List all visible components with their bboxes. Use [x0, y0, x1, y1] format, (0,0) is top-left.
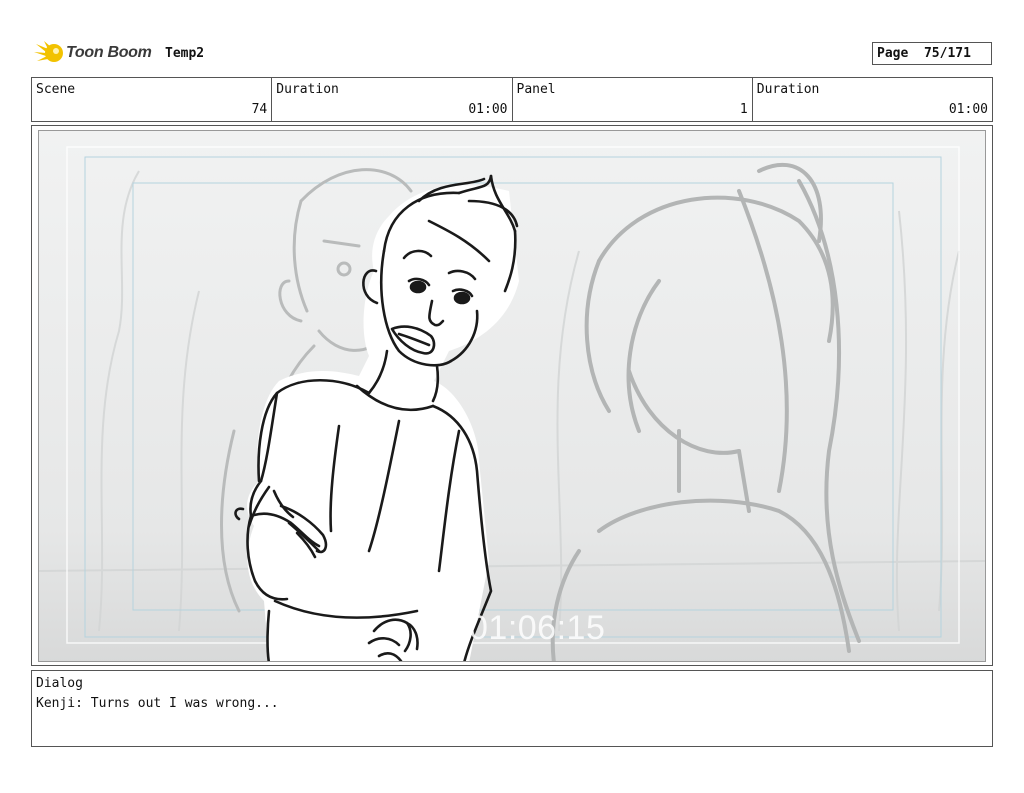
page-number: 75/171 — [923, 46, 971, 61]
panel-duration-value: 01:00 — [948, 102, 988, 117]
dialog-box: Dialog Kenji: Turns out I was wrong... — [31, 670, 993, 747]
project-title: Temp2 — [165, 46, 205, 61]
scene-duration-cell: Duration 01:00 — [272, 78, 513, 121]
dialog-label: Dialog — [36, 676, 83, 691]
panel-timecode: 01:06:15 — [469, 609, 606, 647]
panel-duration-label: Duration — [756, 82, 820, 97]
scene-info-row: Scene 74 Duration 01:00 Panel 1 Duration… — [31, 77, 993, 122]
scene-cell: Scene 74 — [32, 78, 273, 121]
brand-name: Toon Boom — [66, 44, 152, 61]
scene-duration-label: Duration — [276, 82, 339, 97]
panel-label: Panel — [516, 82, 556, 97]
panel-duration-cell: Duration 01:00 — [753, 78, 992, 121]
storyboard-panel-image: 01:06:15 — [38, 130, 986, 662]
dialog-text: Kenji: Turns out I was wrong... — [36, 696, 279, 711]
scene-duration-value: 01:00 — [468, 102, 508, 117]
scene-number: 74 — [251, 102, 268, 117]
scene-label: Scene — [36, 82, 76, 97]
page-label: Page — [877, 46, 909, 61]
panel-cell: Panel 1 — [513, 78, 753, 121]
page-indicator: Page 75/171 — [872, 42, 992, 65]
panel-sketch — [39, 131, 985, 661]
panel-number: 1 — [739, 102, 748, 117]
